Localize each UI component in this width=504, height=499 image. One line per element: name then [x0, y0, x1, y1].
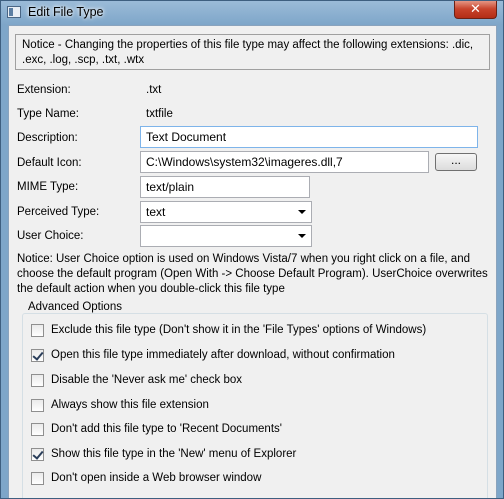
mime-type-label: MIME Type: [17, 181, 79, 193]
description-input[interactable]: Text Document [140, 126, 478, 148]
default-icon-row: Default Icon: C:\Windows\system32\imager… [9, 151, 496, 175]
window-title: Edit File Type [28, 5, 104, 19]
advanced-options-title: Advanced Options [25, 301, 125, 313]
option-label: Disable the 'Never ask me' check box [51, 374, 243, 386]
window-icon [7, 6, 21, 18]
option-label: Open this file type immediately after do… [51, 349, 395, 361]
user-choice-notice: Notice: User Choice option is used on Wi… [17, 253, 488, 295]
option-label: Exclude this file type (Don't show it in… [51, 324, 427, 336]
extension-row: Extension: .txt [9, 80, 496, 104]
extension-label: Extension: [17, 84, 71, 96]
option-label: Don't open inside a Web browser window [51, 472, 262, 484]
mime-type-input[interactable]: text/plain [140, 176, 310, 198]
perceived-type-row: Perceived Type: text [9, 201, 496, 225]
type-name-label: Type Name: [17, 108, 79, 120]
chevron-down-icon [298, 234, 306, 238]
checkbox[interactable] [31, 448, 44, 461]
browse-icon-button[interactable]: ... [435, 153, 477, 171]
checkbox[interactable] [31, 324, 44, 337]
title-bar[interactable]: Edit File Type ✕ [1, 1, 503, 25]
close-icon: ✕ [470, 1, 481, 16]
option-label: Show this file type in the 'New' menu of… [51, 448, 297, 460]
close-button[interactable]: ✕ [454, 1, 497, 19]
perceived-type-value: text [146, 205, 166, 219]
mime-type-row: MIME Type: text/plain [9, 176, 496, 200]
perceived-type-label: Perceived Type: [17, 206, 100, 218]
checkbox[interactable] [31, 349, 44, 362]
type-name-row: Type Name: txtfile [9, 104, 496, 128]
checkbox[interactable] [31, 399, 44, 412]
description-label: Description: [17, 132, 78, 144]
default-icon-label: Default Icon: [17, 157, 82, 169]
checkbox[interactable] [31, 374, 44, 387]
extensions-notice: Notice - Changing the properties of this… [15, 34, 490, 70]
option-label: Don't add this file type to 'Recent Docu… [51, 423, 282, 435]
option-label: Always show this file extension [51, 399, 209, 411]
type-name-value: txtfile [146, 108, 173, 120]
edit-file-type-window: Edit File Type ✕ Notice - Changing the p… [0, 0, 504, 499]
perceived-type-select[interactable]: text [140, 201, 312, 223]
extension-value: .txt [146, 84, 162, 96]
checkbox[interactable] [31, 423, 44, 436]
chevron-down-icon [298, 210, 306, 214]
dialog-body: Notice - Changing the properties of this… [8, 25, 497, 498]
default-icon-input[interactable]: C:\Windows\system32\imageres.dll,7 [140, 151, 429, 173]
user-choice-row: User Choice: [9, 225, 496, 249]
user-choice-label: User Choice: [17, 230, 84, 242]
checkbox[interactable] [31, 472, 44, 485]
user-choice-select[interactable] [140, 225, 312, 247]
description-row: Description: Text Document [9, 126, 496, 150]
